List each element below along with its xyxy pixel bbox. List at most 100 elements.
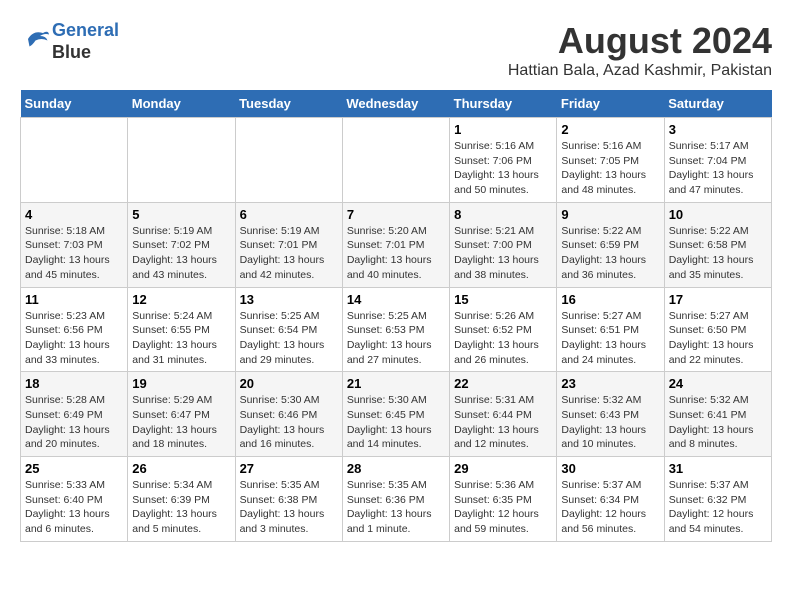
day-info: Sunrise: 5:19 AM Sunset: 7:01 PM Dayligh…: [240, 224, 338, 283]
calendar-week-row: 18Sunrise: 5:28 AM Sunset: 6:49 PM Dayli…: [21, 372, 772, 457]
day-number: 4: [25, 207, 123, 222]
weekday-header-thursday: Thursday: [450, 90, 557, 118]
page-header: General Blue August 2024 Hattian Bala, A…: [20, 20, 772, 80]
day-number: 21: [347, 376, 445, 391]
calendar-cell: 17 Sunrise: 5:27 AM Sunset: 6:50 PM Dayli…: [664, 287, 771, 372]
calendar-cell: [235, 118, 342, 203]
day-info: Sunrise: 5:17 AM Sunset: 7:04 PM Dayligh…: [669, 139, 767, 198]
calendar-cell: 21 Sunrise: 5:30 AM Sunset: 6:45 PM Dayli…: [342, 372, 449, 457]
day-number: 30: [561, 461, 659, 476]
calendar-cell: 14 Sunrise: 5:25 AM Sunset: 6:53 PM Dayli…: [342, 287, 449, 372]
calendar-cell: [342, 118, 449, 203]
day-info: Sunrise: 5:32 AM Sunset: 6:41 PM Dayligh…: [669, 393, 767, 452]
day-number: 2: [561, 122, 659, 137]
day-number: 12: [132, 292, 230, 307]
day-info: Sunrise: 5:36 AM Sunset: 6:35 PM Dayligh…: [454, 478, 552, 537]
day-number: 19: [132, 376, 230, 391]
day-info: Sunrise: 5:34 AM Sunset: 6:39 PM Dayligh…: [132, 478, 230, 537]
day-number: 13: [240, 292, 338, 307]
day-info: Sunrise: 5:35 AM Sunset: 6:38 PM Dayligh…: [240, 478, 338, 537]
calendar-cell: 18Sunrise: 5:28 AM Sunset: 6:49 PM Dayli…: [21, 372, 128, 457]
day-info: Sunrise: 5:30 AM Sunset: 6:45 PM Dayligh…: [347, 393, 445, 452]
main-title: August 2024: [508, 20, 772, 62]
day-info: Sunrise: 5:29 AM Sunset: 6:47 PM Dayligh…: [132, 393, 230, 452]
day-number: 28: [347, 461, 445, 476]
day-info: Sunrise: 5:18 AM Sunset: 7:03 PM Dayligh…: [25, 224, 123, 283]
calendar-cell: 3 Sunrise: 5:17 AM Sunset: 7:04 PM Daylig…: [664, 118, 771, 203]
calendar-week-row: 4 Sunrise: 5:18 AM Sunset: 7:03 PM Daylig…: [21, 202, 772, 287]
day-number: 9: [561, 207, 659, 222]
calendar-cell: 28 Sunrise: 5:35 AM Sunset: 6:36 PM Dayli…: [342, 457, 449, 542]
day-number: 11: [25, 292, 123, 307]
calendar-cell: 2 Sunrise: 5:16 AM Sunset: 7:05 PM Daylig…: [557, 118, 664, 203]
calendar-cell: [21, 118, 128, 203]
day-number: 8: [454, 207, 552, 222]
day-number: 27: [240, 461, 338, 476]
day-info: Sunrise: 5:26 AM Sunset: 6:52 PM Dayligh…: [454, 309, 552, 368]
day-number: 16: [561, 292, 659, 307]
day-info: Sunrise: 5:31 AM Sunset: 6:44 PM Dayligh…: [454, 393, 552, 452]
day-number: 1: [454, 122, 552, 137]
day-number: 5: [132, 207, 230, 222]
calendar-cell: 1Sunrise: 5:16 AM Sunset: 7:06 PM Daylig…: [450, 118, 557, 203]
calendar-cell: 30 Sunrise: 5:37 AM Sunset: 6:34 PM Dayli…: [557, 457, 664, 542]
calendar-cell: 26 Sunrise: 5:34 AM Sunset: 6:39 PM Dayli…: [128, 457, 235, 542]
calendar-cell: 7 Sunrise: 5:20 AM Sunset: 7:01 PM Daylig…: [342, 202, 449, 287]
subtitle: Hattian Bala, Azad Kashmir, Pakistan: [508, 62, 772, 80]
day-info: Sunrise: 5:27 AM Sunset: 6:50 PM Dayligh…: [669, 309, 767, 368]
calendar-cell: 24 Sunrise: 5:32 AM Sunset: 6:41 PM Dayli…: [664, 372, 771, 457]
calendar-cell: 15 Sunrise: 5:26 AM Sunset: 6:52 PM Dayli…: [450, 287, 557, 372]
calendar-week-row: 1Sunrise: 5:16 AM Sunset: 7:06 PM Daylig…: [21, 118, 772, 203]
calendar-cell: 4 Sunrise: 5:18 AM Sunset: 7:03 PM Daylig…: [21, 202, 128, 287]
logo-text: General Blue: [52, 20, 119, 63]
calendar-cell: 27 Sunrise: 5:35 AM Sunset: 6:38 PM Dayli…: [235, 457, 342, 542]
calendar-cell: 5 Sunrise: 5:19 AM Sunset: 7:02 PM Daylig…: [128, 202, 235, 287]
day-info: Sunrise: 5:24 AM Sunset: 6:55 PM Dayligh…: [132, 309, 230, 368]
logo-icon: [22, 24, 52, 54]
day-number: 29: [454, 461, 552, 476]
day-number: 25: [25, 461, 123, 476]
day-info: Sunrise: 5:30 AM Sunset: 6:46 PM Dayligh…: [240, 393, 338, 452]
day-number: 23: [561, 376, 659, 391]
day-number: 15: [454, 292, 552, 307]
day-number: 6: [240, 207, 338, 222]
day-info: Sunrise: 5:27 AM Sunset: 6:51 PM Dayligh…: [561, 309, 659, 368]
day-info: Sunrise: 5:23 AM Sunset: 6:56 PM Dayligh…: [25, 309, 123, 368]
calendar-cell: 29 Sunrise: 5:36 AM Sunset: 6:35 PM Dayli…: [450, 457, 557, 542]
day-info: Sunrise: 5:22 AM Sunset: 6:58 PM Dayligh…: [669, 224, 767, 283]
calendar-cell: 10 Sunrise: 5:22 AM Sunset: 6:58 PM Dayli…: [664, 202, 771, 287]
weekday-header-saturday: Saturday: [664, 90, 771, 118]
weekday-header-friday: Friday: [557, 90, 664, 118]
day-info: Sunrise: 5:19 AM Sunset: 7:02 PM Dayligh…: [132, 224, 230, 283]
day-number: 20: [240, 376, 338, 391]
day-info: Sunrise: 5:37 AM Sunset: 6:34 PM Dayligh…: [561, 478, 659, 537]
day-info: Sunrise: 5:25 AM Sunset: 6:54 PM Dayligh…: [240, 309, 338, 368]
day-number: 14: [347, 292, 445, 307]
calendar-cell: 22Sunrise: 5:31 AM Sunset: 6:44 PM Dayli…: [450, 372, 557, 457]
day-info: Sunrise: 5:20 AM Sunset: 7:01 PM Dayligh…: [347, 224, 445, 283]
calendar-cell: 8Sunrise: 5:21 AM Sunset: 7:00 PM Daylig…: [450, 202, 557, 287]
day-number: 26: [132, 461, 230, 476]
logo: General Blue: [20, 20, 119, 63]
calendar-cell: 11 Sunrise: 5:23 AM Sunset: 6:56 PM Dayli…: [21, 287, 128, 372]
day-info: Sunrise: 5:33 AM Sunset: 6:40 PM Dayligh…: [25, 478, 123, 537]
calendar-cell: 16 Sunrise: 5:27 AM Sunset: 6:51 PM Dayli…: [557, 287, 664, 372]
weekday-header-tuesday: Tuesday: [235, 90, 342, 118]
weekday-header-sunday: Sunday: [21, 90, 128, 118]
day-info: Sunrise: 5:35 AM Sunset: 6:36 PM Dayligh…: [347, 478, 445, 537]
calendar-cell: [128, 118, 235, 203]
day-number: 7: [347, 207, 445, 222]
calendar-cell: 23Sunrise: 5:32 AM Sunset: 6:43 PM Dayli…: [557, 372, 664, 457]
calendar-table: SundayMondayTuesdayWednesdayThursdayFrid…: [20, 90, 772, 542]
day-number: 10: [669, 207, 767, 222]
day-number: 3: [669, 122, 767, 137]
day-number: 24: [669, 376, 767, 391]
day-number: 17: [669, 292, 767, 307]
calendar-cell: 19 Sunrise: 5:29 AM Sunset: 6:47 PM Dayli…: [128, 372, 235, 457]
calendar-cell: 31Sunrise: 5:37 AM Sunset: 6:32 PM Dayli…: [664, 457, 771, 542]
day-info: Sunrise: 5:16 AM Sunset: 7:05 PM Dayligh…: [561, 139, 659, 198]
day-info: Sunrise: 5:25 AM Sunset: 6:53 PM Dayligh…: [347, 309, 445, 368]
calendar-week-row: 25 Sunrise: 5:33 AM Sunset: 6:40 PM Dayli…: [21, 457, 772, 542]
calendar-cell: 6 Sunrise: 5:19 AM Sunset: 7:01 PM Daylig…: [235, 202, 342, 287]
calendar-cell: 25 Sunrise: 5:33 AM Sunset: 6:40 PM Dayli…: [21, 457, 128, 542]
